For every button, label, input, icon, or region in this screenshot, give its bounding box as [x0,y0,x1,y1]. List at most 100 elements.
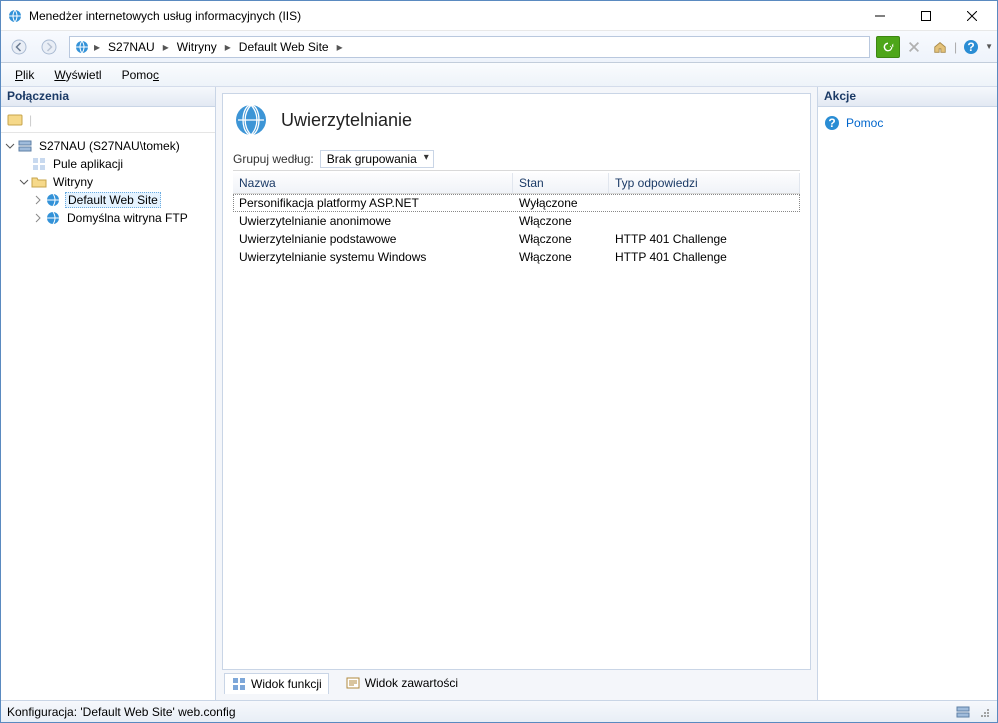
titlebar: Menedżer internetowych usług informacyjn… [1,1,997,31]
row-name: Uwierzytelnianie systemu Windows [233,249,513,265]
row-resp: HTTP 401 Challenge [609,231,800,247]
tab-features-label: Widok funkcji [251,677,322,691]
resize-grip[interactable] [977,705,991,719]
expand-icon[interactable] [17,175,31,189]
server-icon [17,138,33,154]
group-select[interactable]: Brak grupowania [320,150,434,168]
breadcrumb[interactable]: ▸ S27NAU ▸ Witryny ▸ Default Web Site ▸ [69,36,870,58]
actions-header: Akcje [818,87,997,107]
menubar: Plik Wyświetl Pomoc [1,63,997,87]
tree-server-node[interactable]: S27NAU (S27NAU\tomek) [3,137,213,155]
minimize-button[interactable] [857,2,903,30]
action-help[interactable]: ? Pomoc [824,113,991,133]
col-name[interactable]: Nazwa [233,173,513,193]
svg-text:?: ? [967,40,974,54]
actions-list: ? Pomoc [818,107,997,139]
authentication-icon [233,102,269,138]
menu-view[interactable]: Wyświetl [46,66,109,84]
grid-body: Personifikacja platformy ASP.NET Wyłączo… [233,194,800,661]
back-button[interactable] [5,35,33,59]
status-icon [955,704,971,720]
connections-panel: Połączenia | S27NAU (S27NAU\tomek) Pule … [1,87,216,700]
expand-icon[interactable] [3,139,17,153]
connections-toolbar: | [1,107,215,133]
content-icon [345,675,361,691]
row-state: Włączone [513,231,609,247]
refresh-button[interactable] [876,36,900,58]
svg-text:?: ? [828,116,835,130]
features-icon [231,676,247,692]
feature-box: Uwierzytelnianie Grupuj według: Brak gru… [222,93,811,670]
chevron-right-icon: ▸ [335,40,345,54]
close-button[interactable] [949,2,995,30]
chevron-right-icon: ▸ [223,40,233,54]
menu-file[interactable]: Plik [7,66,42,84]
col-state[interactable]: Stan [513,173,609,193]
row-resp [609,220,800,222]
bottom-tabs: Widok funkcji Widok zawartości [222,670,811,694]
row-state: Włączone [513,249,609,265]
tree-apppools-label: Pule aplikacji [51,157,125,171]
tree-default-site-node[interactable]: Default Web Site [3,191,213,209]
chevron-right-icon: ▸ [161,40,171,54]
row-state: Wyłączone [513,195,609,211]
feature-title: Uwierzytelnianie [281,110,412,131]
add-connection-icon[interactable] [5,110,25,130]
actions-panel: Akcje ? Pomoc [817,87,997,700]
row-state: Włączone [513,213,609,229]
row-name: Personifikacja platformy ASP.NET [233,195,513,211]
menu-help[interactable]: Pomoc [114,66,167,84]
globe-icon [45,210,61,226]
chevron-right-icon: ▸ [92,40,102,54]
tree-server-label: S27NAU (S27NAU\tomek) [37,139,182,153]
folder-icon [31,174,47,190]
group-row: Grupuj według: Brak grupowania [233,148,800,171]
connections-header: Połączenia [1,87,215,107]
statusbar: Konfiguracja: 'Default Web Site' web.con… [1,700,997,722]
status-config: Konfiguracja: 'Default Web Site' web.con… [7,705,236,719]
row-name: Uwierzytelnianie podstawowe [233,231,513,247]
maximize-button[interactable] [903,2,949,30]
home-button[interactable] [928,36,952,58]
tree-ftp-site-node[interactable]: Domyślna witryna FTP [3,209,213,227]
col-resp[interactable]: Typ odpowiedzi [609,173,800,193]
tree-sites-label: Witryny [51,175,95,189]
table-row[interactable]: Uwierzytelnianie anonimowe Włączone [233,212,800,230]
tree-sites-node[interactable]: Witryny [3,173,213,191]
forward-button[interactable] [35,35,63,59]
grid-header: Nazwa Stan Typ odpowiedzi [233,173,800,194]
table-row[interactable]: Uwierzytelnianie podstawowe Włączone HTT… [233,230,800,248]
nav-toolbar: ▸ S27NAU ▸ Witryny ▸ Default Web Site ▸ … [1,31,997,63]
table-row[interactable]: Personifikacja platformy ASP.NET Wyłączo… [233,194,800,212]
window-title: Menedżer internetowych usług informacyjn… [29,9,857,23]
tree-default-site-label: Default Web Site [65,192,161,208]
center-panel: Uwierzytelnianie Grupuj według: Brak gru… [216,87,817,700]
app-window: Menedżer internetowych usług informacyjn… [0,0,998,723]
globe-icon [45,192,61,208]
stop-button[interactable] [902,36,926,58]
tree-ftp-site-label: Domyślna witryna FTP [65,211,190,225]
table-row[interactable]: Uwierzytelnianie systemu Windows Włączon… [233,248,800,266]
action-help-label: Pomoc [846,116,883,130]
expand-icon[interactable] [31,193,45,207]
connections-tree: S27NAU (S27NAU\tomek) Pule aplikacji Wit… [1,133,215,700]
tree-apppools-node[interactable]: Pule aplikacji [3,155,213,173]
apppools-icon [31,156,47,172]
row-resp [609,202,800,204]
breadcrumb-sites[interactable]: Witryny [173,40,221,54]
tab-content-label: Widok zawartości [365,676,458,690]
tab-content[interactable]: Widok zawartości [339,673,464,693]
main-area: Połączenia | S27NAU (S27NAU\tomek) Pule … [1,87,997,700]
globe-icon [74,39,90,55]
breadcrumb-server[interactable]: S27NAU [104,40,159,54]
group-label: Grupuj według: [233,152,314,166]
breadcrumb-default-site[interactable]: Default Web Site [235,40,333,54]
row-resp: HTTP 401 Challenge [609,249,800,265]
iis-icon [7,8,23,24]
expand-icon[interactable] [31,211,45,225]
help-button[interactable]: ? [959,36,983,58]
feature-header: Uwierzytelnianie [233,102,800,138]
tab-features[interactable]: Widok funkcji [224,673,329,694]
help-icon: ? [824,115,840,131]
row-name: Uwierzytelnianie anonimowe [233,213,513,229]
